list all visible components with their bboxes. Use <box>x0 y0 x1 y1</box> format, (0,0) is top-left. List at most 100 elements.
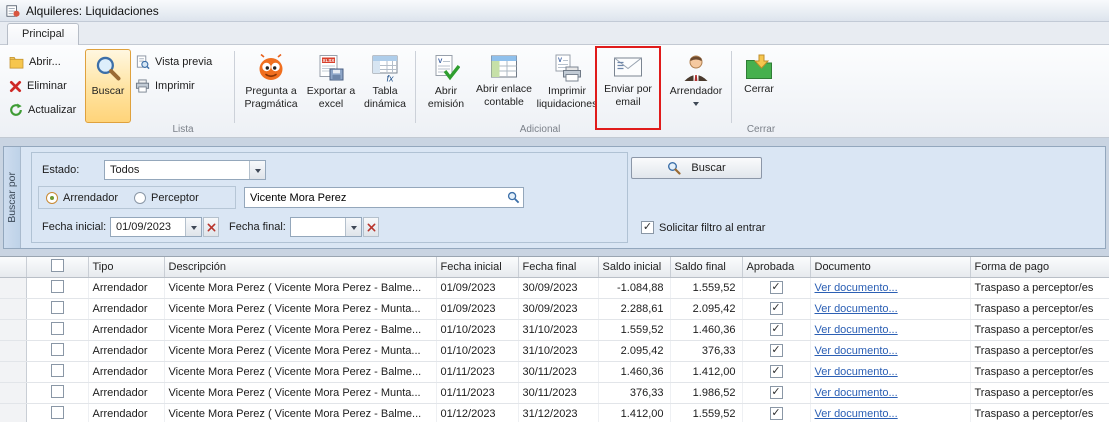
nombre-search-button[interactable] <box>503 188 523 207</box>
fecha-final-clear-button[interactable] <box>363 217 379 237</box>
row-select-checkbox[interactable] <box>51 343 64 356</box>
solicitar-filtro-checkbox-row[interactable]: ✓ Solicitar filtro al entrar <box>641 221 765 234</box>
buscar-por-side-tab[interactable]: Buscar por <box>4 147 21 248</box>
cell-tipo: Arrendador <box>88 361 164 382</box>
cell-descripcion: Vicente Mora Perez ( Vicente Mora Perez … <box>164 382 436 403</box>
ribbon-separator <box>415 51 416 123</box>
ver-documento-link[interactable]: Ver documento... <box>815 408 898 420</box>
aprobada-checkbox[interactable]: ✓ <box>770 365 783 378</box>
col-header-saldo-final[interactable]: Saldo final <box>670 257 742 277</box>
emission-check-icon: V <box>432 54 460 82</box>
ver-documento-link[interactable]: Ver documento... <box>815 282 898 294</box>
fecha-final-dropdown-button[interactable] <box>345 218 361 236</box>
cell-fecha-inicial: 01/12/2023 <box>436 403 518 422</box>
table-row[interactable]: Arrendador Vicente Mora Perez ( Vicente … <box>0 382 1109 403</box>
buscar-ribbon-button[interactable]: Buscar <box>85 49 131 123</box>
accounting-table-icon <box>490 54 518 80</box>
row-indicator-header <box>0 257 26 277</box>
imprimir-liquidaciones-button[interactable]: V Imprimir liquidaciones <box>535 49 599 123</box>
svg-text:XLSX: XLSX <box>323 58 336 63</box>
col-header-saldo-inicial[interactable]: Saldo inicial <box>598 257 670 277</box>
abrir-emision-label: Abrir emisión <box>420 85 472 110</box>
chevron-down-icon <box>191 226 197 230</box>
radio-unselected-icon <box>134 192 146 204</box>
aprobada-checkbox[interactable]: ✓ <box>770 302 783 315</box>
fecha-final-combobox[interactable] <box>290 217 362 237</box>
vista-previa-button[interactable]: Vista previa <box>131 51 231 73</box>
col-header-documento[interactable]: Documento <box>810 257 970 277</box>
table-row[interactable]: Arrendador Vicente Mora Perez ( Vicente … <box>0 277 1109 298</box>
tabla-dinamica-button[interactable]: fx Tabla dinámica <box>358 49 412 123</box>
person-icon <box>683 54 709 82</box>
vista-previa-label: Vista previa <box>155 56 212 68</box>
aprobada-checkbox[interactable]: ✓ <box>770 386 783 399</box>
cell-documento: Ver documento... <box>810 340 970 361</box>
cell-tipo: Arrendador <box>88 403 164 422</box>
col-header-tipo[interactable]: Tipo <box>88 257 164 277</box>
radio-perceptor-label: Perceptor <box>151 192 199 204</box>
cell-forma-de-pago: Traspaso a perceptor/es <box>970 403 1109 422</box>
fecha-inicial-clear-button[interactable] <box>203 217 219 237</box>
row-select-checkbox[interactable] <box>51 301 64 314</box>
tipo-radio-group: Arrendador Perceptor <box>38 186 236 209</box>
abrir-button[interactable]: Abrir... <box>5 51 85 73</box>
row-select-checkbox[interactable] <box>51 280 64 293</box>
row-select-cell <box>26 340 88 361</box>
col-header-forma-de-pago[interactable]: Forma de pago <box>970 257 1109 277</box>
col-header-fecha-final[interactable]: Fecha final <box>518 257 598 277</box>
col-header-descripcion[interactable]: Descripción <box>164 257 436 277</box>
radio-arrendador[interactable]: Arrendador <box>46 192 118 204</box>
buscar-label: Buscar <box>92 85 125 98</box>
fecha-inicial-combobox[interactable]: 01/09/2023 <box>110 217 202 237</box>
exportar-excel-button[interactable]: XLSX Exportar a excel <box>304 49 358 123</box>
ver-documento-link[interactable]: Ver documento... <box>815 366 898 378</box>
filter-fieldbox: Estado: Todos Arrendador Perceptor <box>31 152 628 243</box>
abrir-emision-button[interactable]: V Abrir emisión <box>419 49 473 123</box>
row-select-checkbox[interactable] <box>51 322 64 335</box>
tab-principal[interactable]: Principal <box>7 23 79 45</box>
solicitar-filtro-checkbox[interactable]: ✓ <box>641 221 654 234</box>
cell-saldo-final: 1.986,52 <box>670 382 742 403</box>
ver-documento-link[interactable]: Ver documento... <box>815 387 898 399</box>
actualizar-button[interactable]: Actualizar <box>5 99 85 121</box>
row-select-checkbox[interactable] <box>51 364 64 377</box>
cerrar-button[interactable]: Cerrar <box>735 49 783 123</box>
aprobada-checkbox[interactable]: ✓ <box>770 344 783 357</box>
ver-documento-link[interactable]: Ver documento... <box>815 324 898 336</box>
imprimir-button[interactable]: Imprimir <box>131 75 231 97</box>
table-row[interactable]: Arrendador Vicente Mora Perez ( Vicente … <box>0 403 1109 422</box>
cell-saldo-inicial: 376,33 <box>598 382 670 403</box>
col-header-aprobada[interactable]: Aprobada <box>742 257 810 277</box>
ver-documento-link[interactable]: Ver documento... <box>815 345 898 357</box>
table-row[interactable]: Arrendador Vicente Mora Perez ( Vicente … <box>0 298 1109 319</box>
table-row[interactable]: Arrendador Vicente Mora Perez ( Vicente … <box>0 361 1109 382</box>
cell-fecha-inicial: 01/11/2023 <box>436 382 518 403</box>
eliminar-button[interactable]: Eliminar <box>5 75 85 97</box>
enviar-email-button[interactable]: Enviar por email <box>599 49 657 123</box>
abrir-enlace-contable-button[interactable]: Abrir enlace contable <box>473 49 535 123</box>
col-header-fecha-inicial[interactable]: Fecha inicial <box>436 257 518 277</box>
fecha-inicial-dropdown-button[interactable] <box>185 218 201 236</box>
table-row[interactable]: Arrendador Vicente Mora Perez ( Vicente … <box>0 340 1109 361</box>
buscar-filter-button[interactable]: Buscar <box>631 157 762 179</box>
ver-documento-link[interactable]: Ver documento... <box>815 303 898 315</box>
select-column-header[interactable] <box>26 257 88 277</box>
aprobada-checkbox[interactable]: ✓ <box>770 407 783 420</box>
open-folder-icon <box>9 56 24 69</box>
cell-fecha-final: 30/11/2023 <box>518 382 598 403</box>
nombre-input[interactable] <box>245 188 503 207</box>
radio-perceptor[interactable]: Perceptor <box>134 192 199 204</box>
arrendador-menu-button[interactable]: Arrendador <box>664 49 728 123</box>
cell-descripcion: Vicente Mora Perez ( Vicente Mora Perez … <box>164 403 436 422</box>
estado-dropdown-button[interactable] <box>249 161 265 179</box>
aprobada-checkbox[interactable]: ✓ <box>770 323 783 336</box>
row-select-checkbox[interactable] <box>51 385 64 398</box>
table-row[interactable]: Arrendador Vicente Mora Perez ( Vicente … <box>0 319 1109 340</box>
refresh-icon <box>9 103 23 117</box>
pregunta-pragmatica-button[interactable]: Pregunta a Pragmática <box>238 49 304 123</box>
aprobada-checkbox[interactable]: ✓ <box>770 281 783 294</box>
row-select-checkbox[interactable] <box>51 406 64 419</box>
select-all-checkbox[interactable] <box>51 259 64 272</box>
printer-icon <box>135 79 150 93</box>
estado-combobox[interactable]: Todos <box>104 160 266 180</box>
